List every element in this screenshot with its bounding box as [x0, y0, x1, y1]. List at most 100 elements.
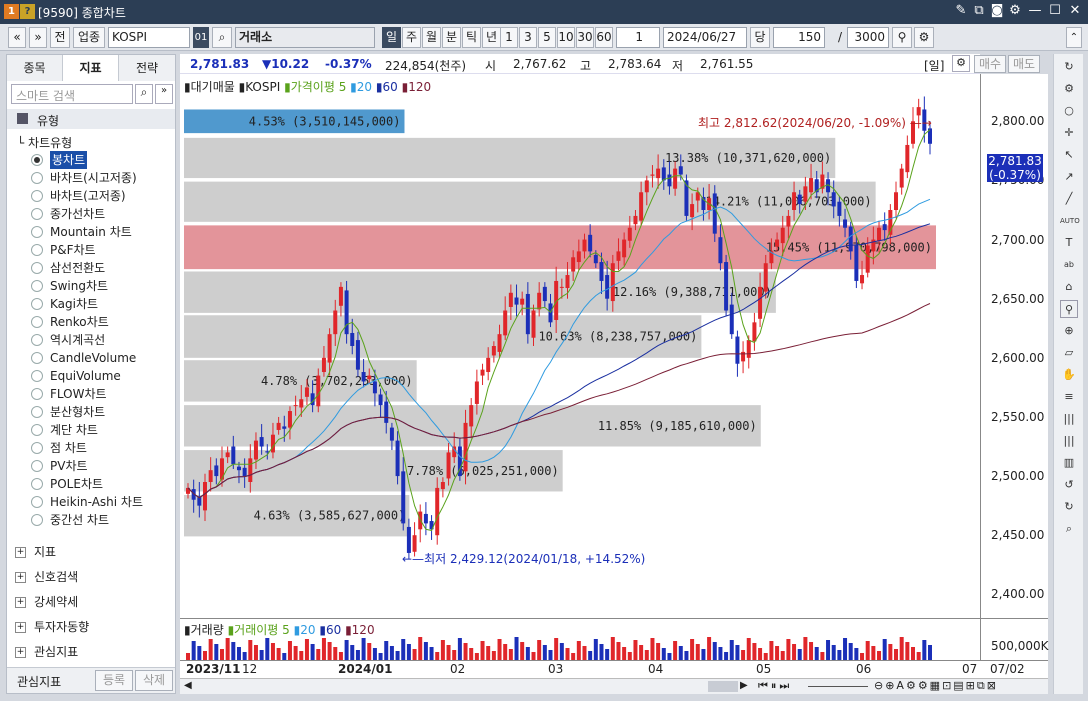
- expand-icon[interactable]: +: [15, 647, 26, 658]
- sell-button[interactable]: 매도: [1008, 55, 1040, 73]
- search-icon[interactable]: ⌕: [1060, 520, 1078, 538]
- radio-icon[interactable]: [31, 370, 43, 382]
- magnifier-icon[interactable]: ⚲: [1060, 300, 1078, 318]
- radio-icon[interactable]: [31, 154, 43, 166]
- undo-icon[interactable]: ↺: [1060, 476, 1078, 494]
- refresh-icon[interactable]: ↻: [1060, 58, 1078, 76]
- chart-type-item[interactable]: CandleVolume: [7, 349, 175, 367]
- grid-icon[interactable]: ▥: [1060, 454, 1078, 472]
- scroll-right-icon[interactable]: ▶: [740, 680, 748, 691]
- auto-icon[interactable]: AUTO: [1060, 212, 1080, 230]
- indicator-group[interactable]: + 강세약세: [15, 593, 78, 610]
- indicator-group[interactable]: + 관심지표: [15, 643, 78, 660]
- buy-button[interactable]: 매수: [974, 55, 1006, 73]
- chart-type-item[interactable]: 봉차트: [7, 151, 175, 169]
- interval-10[interactable]: 10: [557, 27, 575, 48]
- code-select[interactable]: KOSPI: [108, 27, 190, 48]
- radio-icon[interactable]: [31, 514, 43, 526]
- scroll-left-icon[interactable]: ◀: [184, 680, 192, 691]
- chart-scrollbar[interactable]: ◀ ▶ ⏮⏸⏭ ⊖⊕A⚙⚙▦⊡▤⊞⧉⊠: [180, 678, 1048, 694]
- market-type-button[interactable]: 업종: [73, 27, 105, 48]
- settings-icon[interactable]: ⚙: [1006, 3, 1024, 18]
- crosshair-icon[interactable]: ✛: [1060, 124, 1078, 142]
- radio-icon[interactable]: [31, 352, 43, 364]
- marker-icon[interactable]: ⌂: [1060, 278, 1078, 296]
- pointer-alt-icon[interactable]: ↗: [1060, 168, 1078, 186]
- chart-type-item[interactable]: 계단 차트: [7, 421, 175, 439]
- chart-type-item[interactable]: 점 차트: [7, 439, 175, 457]
- expand-icon[interactable]: +: [15, 572, 26, 583]
- period-minute-tab[interactable]: 분: [442, 27, 461, 48]
- interval-1[interactable]: 1: [500, 27, 518, 48]
- lines-icon[interactable]: |||: [1060, 432, 1078, 450]
- scroll-thumb[interactable]: [708, 681, 738, 692]
- interval-5[interactable]: 5: [538, 27, 556, 48]
- bars-icon[interactable]: |||: [1060, 410, 1078, 428]
- unit-button[interactable]: 당: [750, 27, 770, 48]
- tab-stock[interactable]: 종목: [7, 55, 63, 81]
- copy-icon[interactable]: ⧉: [970, 3, 988, 18]
- chart-settings-icon[interactable]: ⚙: [914, 27, 934, 48]
- zoom-in-icon[interactable]: ⊕: [1060, 322, 1078, 340]
- radio-icon[interactable]: [31, 262, 43, 274]
- period-month-tab[interactable]: 월: [422, 27, 441, 48]
- gear-icon[interactable]: ⚙: [1060, 80, 1078, 98]
- collapse-icon[interactable]: ⌃: [1066, 27, 1082, 48]
- radio-icon[interactable]: [31, 190, 43, 202]
- dropdown-icon[interactable]: »: [155, 84, 173, 104]
- chart-type-item[interactable]: 바차트(고저종): [7, 187, 175, 205]
- tab-indicator[interactable]: 지표: [63, 55, 119, 81]
- next-icon[interactable]: »: [29, 27, 47, 48]
- bars-input[interactable]: 150: [773, 27, 825, 48]
- chart-type-item[interactable]: EquiVolume: [7, 367, 175, 385]
- chart-type-item[interactable]: 바차트(시고저종): [7, 169, 175, 187]
- chart-type-item[interactable]: Kagi차트: [7, 295, 175, 313]
- chart-type-item[interactable]: 중간선 차트: [7, 511, 175, 529]
- playback-controls[interactable]: ⏮⏸⏭: [758, 679, 792, 693]
- tab-strategy[interactable]: 전략: [119, 55, 175, 81]
- period-week-tab[interactable]: 주: [402, 27, 421, 48]
- redo-icon[interactable]: ↻: [1060, 498, 1078, 516]
- radio-icon[interactable]: [31, 496, 43, 508]
- period-tick-tab[interactable]: 틱: [462, 27, 481, 48]
- zoom-slider[interactable]: [808, 686, 868, 687]
- interval-60[interactable]: 60: [595, 27, 613, 48]
- ruler-icon[interactable]: ▱: [1060, 344, 1078, 362]
- minimize-icon[interactable]: —: [1026, 3, 1044, 18]
- chart-type-item[interactable]: PV차트: [7, 457, 175, 475]
- hand-icon[interactable]: ✋: [1060, 366, 1078, 384]
- chart-type-item[interactable]: 종가선차트: [7, 205, 175, 223]
- maximize-icon[interactable]: ☐: [1046, 3, 1064, 18]
- chart-type-item[interactable]: 역시계곡선: [7, 331, 175, 349]
- trendline-icon[interactable]: ╱: [1060, 190, 1078, 208]
- chart-type-item[interactable]: Swing차트: [7, 277, 175, 295]
- chart-tools[interactable]: ⊖⊕A⚙⚙▦⊡▤⊞⧉⊠: [874, 679, 998, 693]
- chart-type-item[interactable]: P&F차트: [7, 241, 175, 259]
- circle-icon[interactable]: ○: [1060, 102, 1078, 120]
- radio-icon[interactable]: [31, 388, 43, 400]
- search-icon[interactable]: ⌕: [135, 84, 153, 104]
- delete-button[interactable]: 삭제: [135, 670, 173, 691]
- radio-icon[interactable]: [31, 172, 43, 184]
- indicator-group[interactable]: + 투자자동향: [15, 618, 89, 635]
- text-icon[interactable]: T: [1060, 234, 1078, 252]
- radio-icon[interactable]: [31, 334, 43, 346]
- expand-icon[interactable]: +: [15, 547, 26, 558]
- abc-icon[interactable]: ab: [1060, 256, 1078, 274]
- period-year-tab[interactable]: 년: [482, 27, 501, 48]
- interval-30[interactable]: 30: [576, 27, 594, 48]
- camera-icon[interactable]: ◙: [988, 3, 1006, 18]
- gear-icon[interactable]: ⚙: [952, 55, 970, 72]
- section-type[interactable]: 유형: [7, 109, 175, 129]
- radio-icon[interactable]: [31, 244, 43, 256]
- prev-button[interactable]: 전: [50, 27, 70, 48]
- interval-3[interactable]: 3: [519, 27, 537, 48]
- count-input[interactable]: 1: [616, 27, 660, 48]
- search-icon[interactable]: ⌕: [212, 27, 232, 48]
- chart-type-item[interactable]: 분산형차트: [7, 403, 175, 421]
- chart-type-item[interactable]: Renko차트: [7, 313, 175, 331]
- register-button[interactable]: 등록: [95, 670, 133, 691]
- radio-icon[interactable]: [31, 442, 43, 454]
- memo-icon[interactable]: ✎: [952, 3, 970, 18]
- volume-chart[interactable]: ▮거래량 ▮거래이평 5 ▮20 ▮60 ▮120: [180, 618, 980, 661]
